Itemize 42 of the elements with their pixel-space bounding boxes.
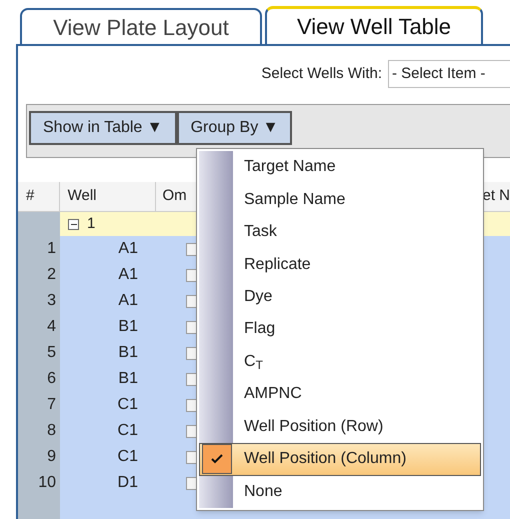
row-number: 10 — [38, 473, 56, 493]
menu-item[interactable]: AMPNC — [199, 378, 481, 411]
row-number: 2 — [47, 265, 56, 285]
row-number: 5 — [47, 343, 56, 363]
well-cell-text: C1 — [118, 447, 138, 467]
well-cell-text: D1 — [118, 473, 138, 493]
check-icon — [202, 444, 232, 474]
row-number: 1 — [47, 239, 56, 259]
row-number: 9 — [47, 447, 56, 467]
menu-item[interactable]: C$_{T}$ — [199, 346, 481, 378]
menu-item[interactable]: Target Name — [199, 151, 481, 184]
menu-item[interactable]: Well Position (Row) — [199, 410, 481, 444]
menu-item[interactable]: Flag — [199, 313, 481, 346]
select-wells-dropdown[interactable]: - Select Item - — [388, 60, 510, 88]
menu-item[interactable]: Dye — [199, 280, 481, 314]
row-number: 8 — [47, 421, 56, 441]
tab[interactable]: View Plate Layout — [20, 8, 262, 44]
well-cell-text: A1 — [118, 265, 138, 285]
well-cell-text: A1 — [118, 239, 138, 259]
well-cell-text: B1 — [118, 343, 138, 363]
tab[interactable]: View Well Table — [265, 6, 483, 44]
row-number: 3 — [47, 291, 56, 311]
toolbar-button[interactable]: Group By ▼ — [176, 111, 292, 145]
group-label: 1 — [87, 214, 96, 234]
row-number: 7 — [47, 395, 56, 415]
well-cell-text: A1 — [118, 291, 138, 311]
menu-item[interactable]: Well Position (Column) — [199, 443, 481, 476]
column-header[interactable]: # — [18, 182, 60, 211]
select-wells-label: Select Wells With: — [261, 64, 382, 84]
menu-item[interactable]: Replicate — [199, 248, 481, 281]
column-header[interactable]: Well — [60, 182, 156, 211]
well-cell-text: C1 — [118, 395, 138, 415]
toolbar-button[interactable]: Show in Table ▼ — [29, 111, 177, 145]
well-cell-text: B1 — [118, 317, 138, 337]
well-cell-text: C1 — [118, 421, 138, 441]
menu-item[interactable]: Task — [199, 216, 481, 248]
menu-item[interactable]: None — [199, 476, 481, 508]
row-number: 6 — [47, 369, 56, 389]
well-cell-text: B1 — [118, 369, 138, 389]
collapse-icon[interactable] — [68, 218, 79, 230]
row-number: 4 — [47, 317, 56, 337]
menu-item[interactable]: Sample Name — [199, 183, 481, 216]
